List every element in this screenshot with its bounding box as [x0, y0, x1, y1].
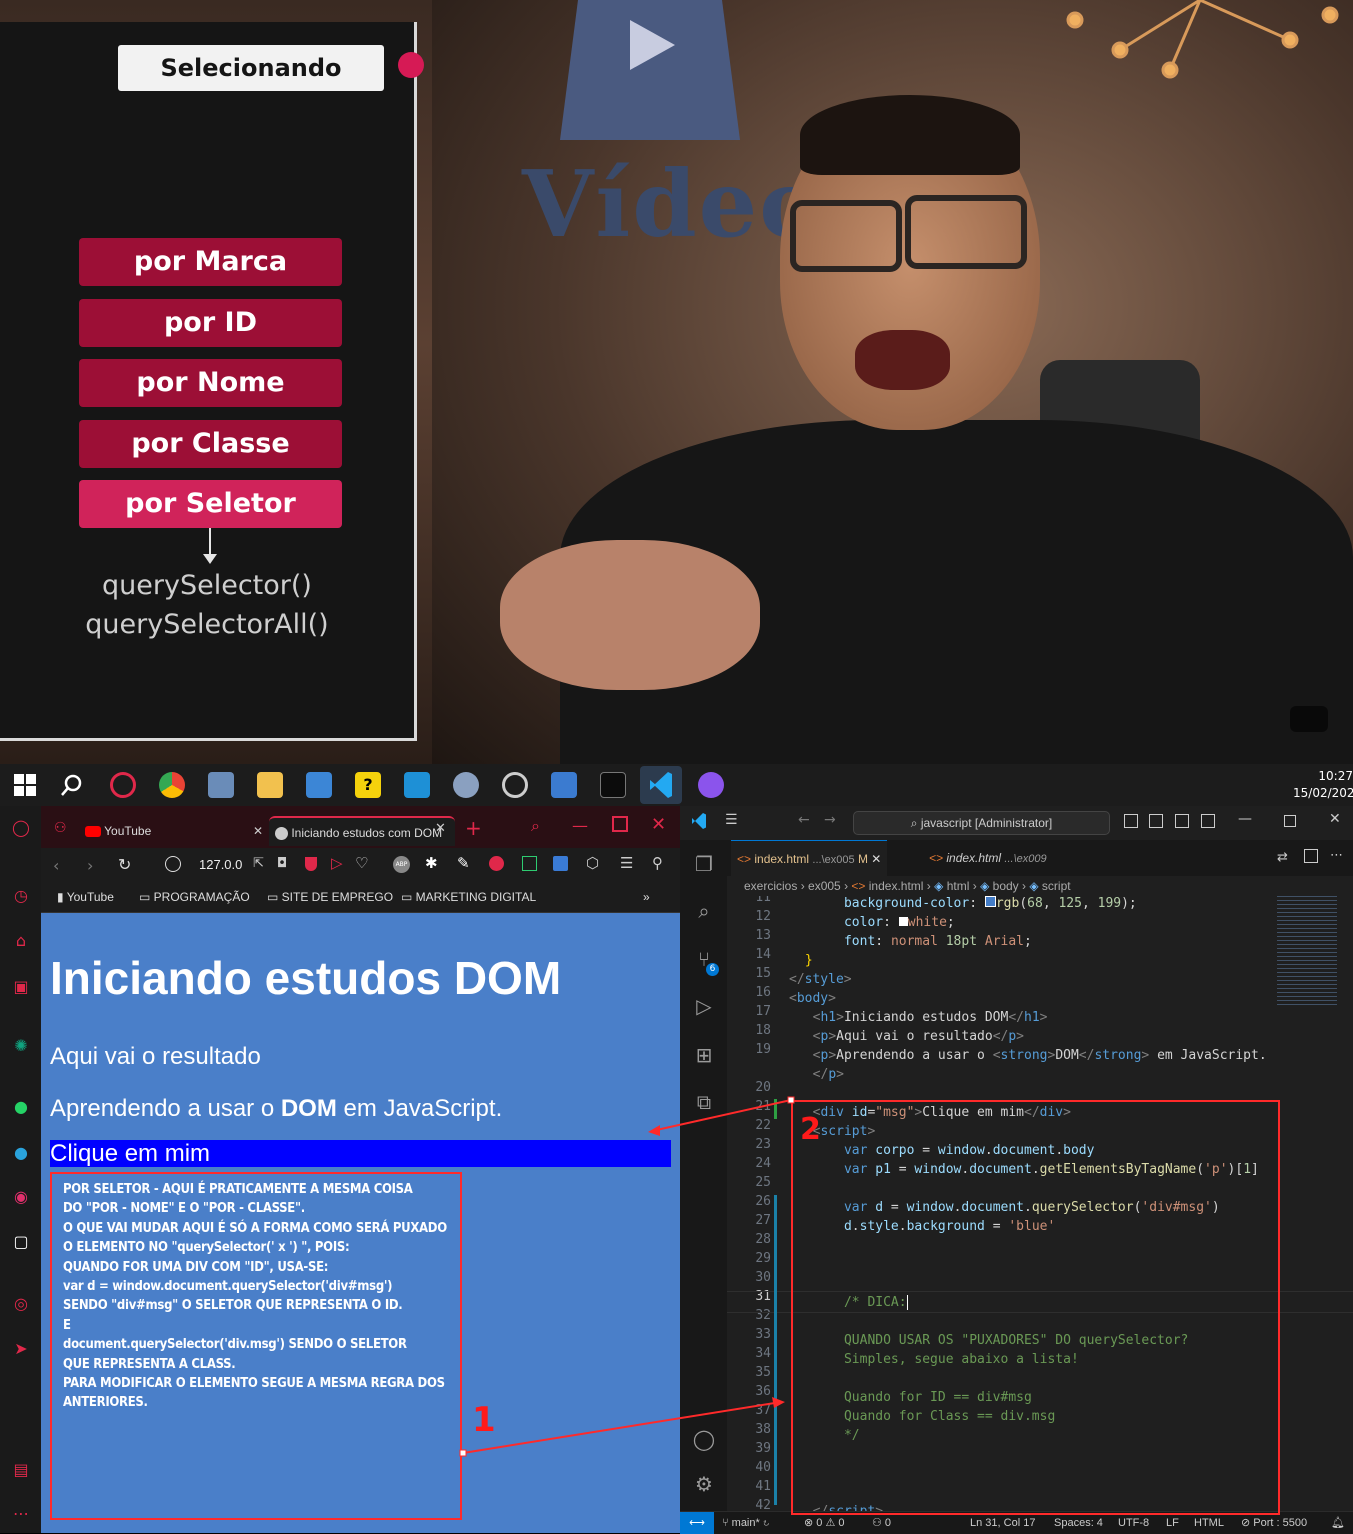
annotation-arrow: [462, 1401, 782, 1454]
arrowhead-icon: [648, 1125, 660, 1136]
arrow-anchor: [459, 1449, 467, 1457]
annotation-arrows: [459, 1096, 795, 1457]
arrowhead-icon: [772, 1397, 785, 1408]
arrow-anchor: [787, 1096, 795, 1104]
annotation-arrow: [651, 1099, 792, 1132]
